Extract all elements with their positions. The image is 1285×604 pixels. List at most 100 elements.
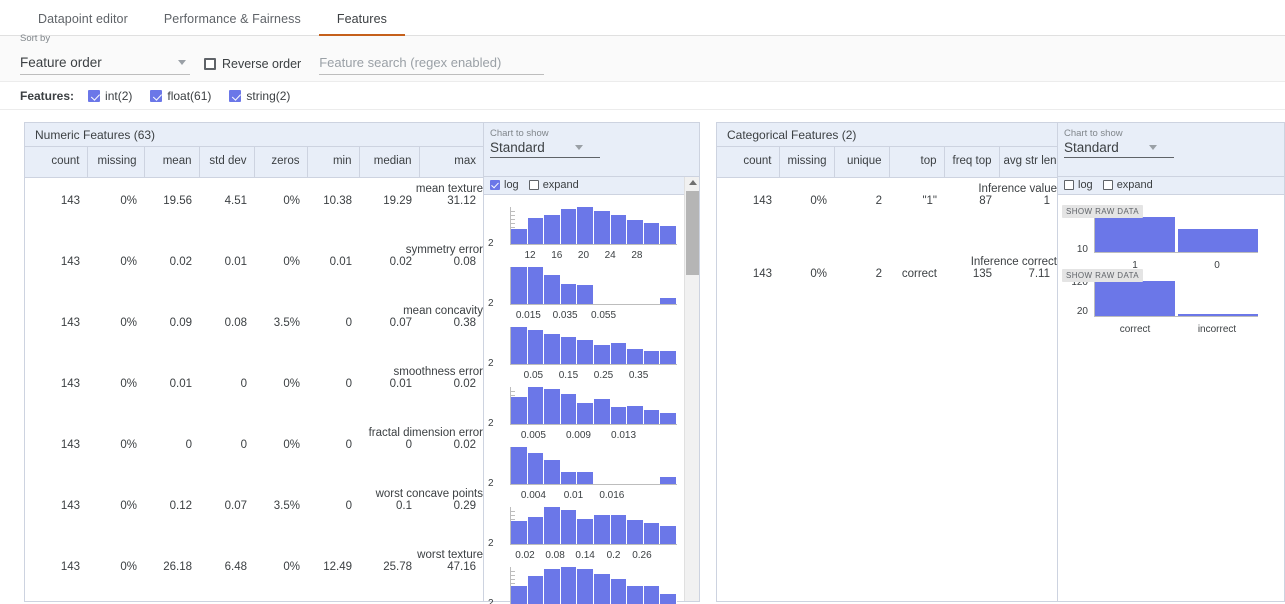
- histogram-bar[interactable]: [577, 518, 594, 544]
- histogram-bar[interactable]: [560, 394, 578, 424]
- col-std-dev[interactable]: std dev: [199, 147, 255, 178]
- histogram-bar[interactable]: [527, 452, 545, 484]
- show-raw-data-button[interactable]: SHOW RAW DATA: [1062, 205, 1144, 218]
- histogram-bar[interactable]: [560, 510, 578, 544]
- log-label[interactable]: log: [1078, 179, 1093, 191]
- histogram-bar[interactable]: [660, 413, 677, 424]
- categorical-bar[interactable]: [1095, 281, 1175, 316]
- histogram-bar[interactable]: [660, 526, 677, 544]
- expand-checkbox[interactable]: [528, 180, 539, 190]
- categorical-bar[interactable]: [1178, 229, 1258, 252]
- table-row[interactable]: Inference correct: [717, 251, 1057, 268]
- histogram-bar[interactable]: [627, 219, 644, 244]
- histogram-bar[interactable]: [577, 402, 594, 424]
- histogram-bar[interactable]: [643, 522, 661, 544]
- histogram-bar[interactable]: [544, 569, 561, 604]
- categorical-bar[interactable]: [1095, 217, 1175, 252]
- histogram-bar[interactable]: [660, 477, 677, 484]
- table-row[interactable]: worst texture: [25, 544, 483, 561]
- histogram-bar[interactable]: [527, 576, 545, 604]
- histogram-bar[interactable]: [610, 215, 628, 244]
- col-mean[interactable]: mean: [144, 147, 200, 178]
- histogram-bar[interactable]: [544, 388, 561, 424]
- histogram-bar[interactable]: [560, 472, 578, 484]
- histogram-bar[interactable]: [511, 267, 528, 304]
- histogram-bar[interactable]: [627, 348, 644, 364]
- histogram-bar[interactable]: [577, 284, 594, 304]
- histogram-bar[interactable]: [527, 330, 545, 364]
- histogram-bar[interactable]: [610, 578, 628, 604]
- tab-datapoint-editor[interactable]: Datapoint editor: [20, 12, 146, 35]
- table-row[interactable]: Inference value: [717, 177, 1057, 195]
- histogram-bar[interactable]: [593, 514, 611, 544]
- col-median[interactable]: median: [359, 147, 420, 178]
- histogram-bar[interactable]: [527, 217, 545, 244]
- histogram-bar[interactable]: [660, 594, 677, 604]
- histogram-bar[interactable]: [544, 274, 561, 304]
- histogram-bar[interactable]: [610, 515, 628, 544]
- histogram-bar[interactable]: [593, 573, 611, 604]
- col-avg-str-len[interactable]: avg str len: [999, 147, 1057, 178]
- scroll-up-arrow-icon[interactable]: [688, 180, 697, 185]
- table-row[interactable]: mean concavity: [25, 300, 483, 317]
- feature-type-float-checkbox[interactable]: float(61): [150, 89, 211, 103]
- tab-performance-fairness[interactable]: Performance & Fairness: [146, 12, 319, 35]
- histogram-bar[interactable]: [643, 409, 661, 424]
- histogram-bar[interactable]: [593, 211, 611, 244]
- tab-features[interactable]: Features: [318, 12, 406, 36]
- table-row[interactable]: mean texture: [25, 177, 483, 195]
- histogram-bar[interactable]: [610, 342, 628, 364]
- histogram-bar[interactable]: [627, 405, 644, 424]
- histogram-bar[interactable]: [627, 519, 644, 544]
- col-top[interactable]: top: [889, 147, 945, 178]
- histogram-bar[interactable]: [660, 297, 677, 304]
- histogram-bar[interactable]: [643, 350, 661, 364]
- categorical-bar[interactable]: [1178, 313, 1258, 316]
- histogram-bar[interactable]: [511, 396, 528, 424]
- histogram-bar[interactable]: [511, 585, 528, 604]
- reverse-order-checkbox[interactable]: Reverse order: [204, 57, 301, 75]
- numeric-charts-scrollbar[interactable]: [684, 177, 699, 601]
- histogram-bar[interactable]: [544, 333, 561, 364]
- chart-to-show-select[interactable]: Standard: [1064, 140, 1174, 158]
- histogram-bar[interactable]: [610, 407, 628, 424]
- col-freq-top[interactable]: freq top: [944, 147, 1000, 178]
- table-row[interactable]: worst concave points: [25, 483, 483, 500]
- feature-search-input[interactable]: Feature search (regex enabled): [319, 55, 545, 75]
- log-label[interactable]: log: [504, 179, 519, 191]
- histogram-bar[interactable]: [560, 283, 578, 304]
- histogram-bar[interactable]: [627, 585, 644, 604]
- histogram-bar[interactable]: [511, 447, 528, 484]
- histogram-bar[interactable]: [660, 226, 677, 244]
- feature-type-string-checkbox[interactable]: string(2): [229, 89, 290, 103]
- sort-by-select[interactable]: Feature order: [20, 55, 190, 75]
- histogram-bar[interactable]: [527, 387, 545, 424]
- histogram-bar[interactable]: [560, 337, 578, 364]
- histogram-bar[interactable]: [643, 222, 661, 244]
- expand-label[interactable]: expand: [1117, 179, 1153, 191]
- table-row[interactable]: symmetry error: [25, 239, 483, 256]
- histogram-bar[interactable]: [560, 567, 578, 604]
- histogram-bar[interactable]: [593, 344, 611, 364]
- histogram-bar[interactable]: [577, 472, 594, 484]
- show-raw-data-button[interactable]: SHOW RAW DATA: [1062, 269, 1144, 282]
- histogram-bar[interactable]: [544, 460, 561, 484]
- histogram-bar[interactable]: [577, 339, 594, 364]
- col-unique[interactable]: unique: [834, 147, 890, 178]
- histogram-bar[interactable]: [544, 214, 561, 244]
- histogram-bar[interactable]: [527, 517, 545, 544]
- histogram-bar[interactable]: [660, 351, 677, 364]
- table-row[interactable]: smoothness error: [25, 361, 483, 378]
- col-min[interactable]: min: [307, 147, 360, 178]
- col-count[interactable]: count: [25, 147, 88, 178]
- scrollbar-thumb[interactable]: [686, 191, 699, 275]
- histogram-bar[interactable]: [511, 327, 528, 364]
- expand-checkbox[interactable]: [1102, 180, 1113, 190]
- col-missing[interactable]: missing: [779, 147, 835, 178]
- log-checkbox[interactable]: [490, 180, 500, 190]
- histogram-bar[interactable]: [527, 267, 545, 304]
- chart-to-show-select[interactable]: Standard: [490, 140, 600, 158]
- histogram-bar[interactable]: [577, 207, 594, 244]
- col-zeros[interactable]: zeros: [254, 147, 308, 178]
- col-max[interactable]: max: [419, 147, 483, 178]
